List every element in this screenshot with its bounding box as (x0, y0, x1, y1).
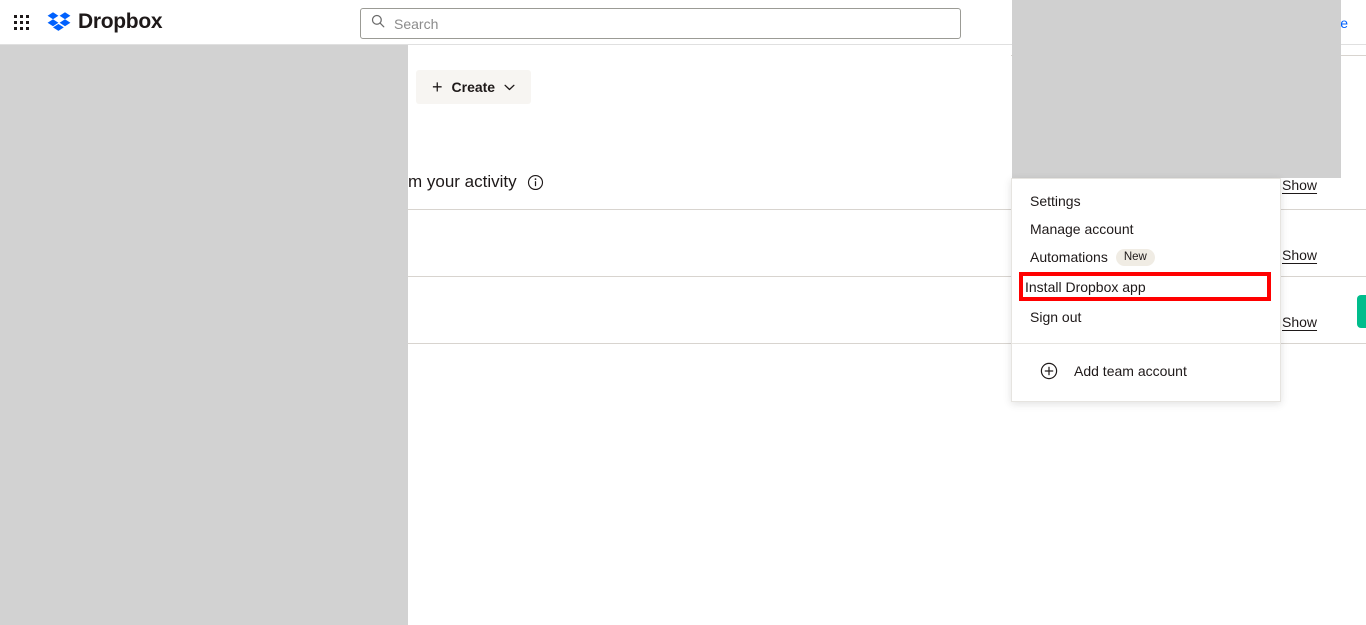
page-root: Dropbox Search e + Create m your activit… (0, 0, 1366, 625)
create-button-label: Create (451, 79, 496, 95)
show-link[interactable]: Show (1282, 314, 1317, 330)
circle-plus-icon (1040, 362, 1058, 380)
account-dropdown-menu: Settings Manage account Automations New … (1011, 178, 1281, 402)
new-badge: New (1115, 248, 1155, 266)
menu-item-label: Install Dropbox app (1025, 278, 1146, 295)
search-icon (371, 14, 385, 33)
show-link[interactable]: Show (1282, 247, 1317, 263)
menu-item-automations[interactable]: Automations New (1012, 243, 1280, 271)
menu-item-add-team-account[interactable]: Add team account (1012, 344, 1280, 398)
side-feedback-tab[interactable] (1357, 295, 1366, 328)
menu-item-settings[interactable]: Settings (1012, 187, 1280, 215)
activity-heading-label: m your activity (408, 172, 517, 191)
app-grid-icon[interactable] (14, 15, 31, 31)
account-menu-group: Settings Manage account Automations New … (1012, 179, 1280, 337)
chevron-down-icon (504, 84, 515, 91)
menu-item-manage-account[interactable]: Manage account (1012, 215, 1280, 243)
dimmed-left-region (0, 45, 408, 625)
search-input[interactable]: Search (360, 8, 961, 39)
info-circle-icon[interactable] (527, 174, 544, 191)
activity-heading: m your activity (408, 172, 544, 192)
brand-name-label: Dropbox (78, 10, 163, 33)
menu-item-sign-out[interactable]: Sign out (1012, 303, 1280, 331)
menu-item-label: Sign out (1030, 309, 1082, 325)
header-right-cut-text[interactable]: e (1340, 15, 1348, 31)
search-placeholder-label: Search (394, 15, 439, 32)
create-button[interactable]: + Create (416, 70, 532, 104)
dimmed-top-right-region (1012, 0, 1341, 178)
dropbox-logo-icon (47, 10, 71, 34)
show-link[interactable]: Show (1282, 177, 1317, 193)
plus-icon: + (432, 77, 443, 97)
menu-item-install-dropbox-app[interactable]: Install Dropbox app (1019, 272, 1271, 301)
menu-item-label: Add team account (1074, 363, 1187, 379)
menu-item-label: Manage account (1030, 221, 1134, 237)
menu-item-label: Automations (1030, 249, 1108, 265)
dropbox-brand[interactable]: Dropbox (47, 10, 163, 34)
menu-item-label: Settings (1030, 193, 1081, 209)
